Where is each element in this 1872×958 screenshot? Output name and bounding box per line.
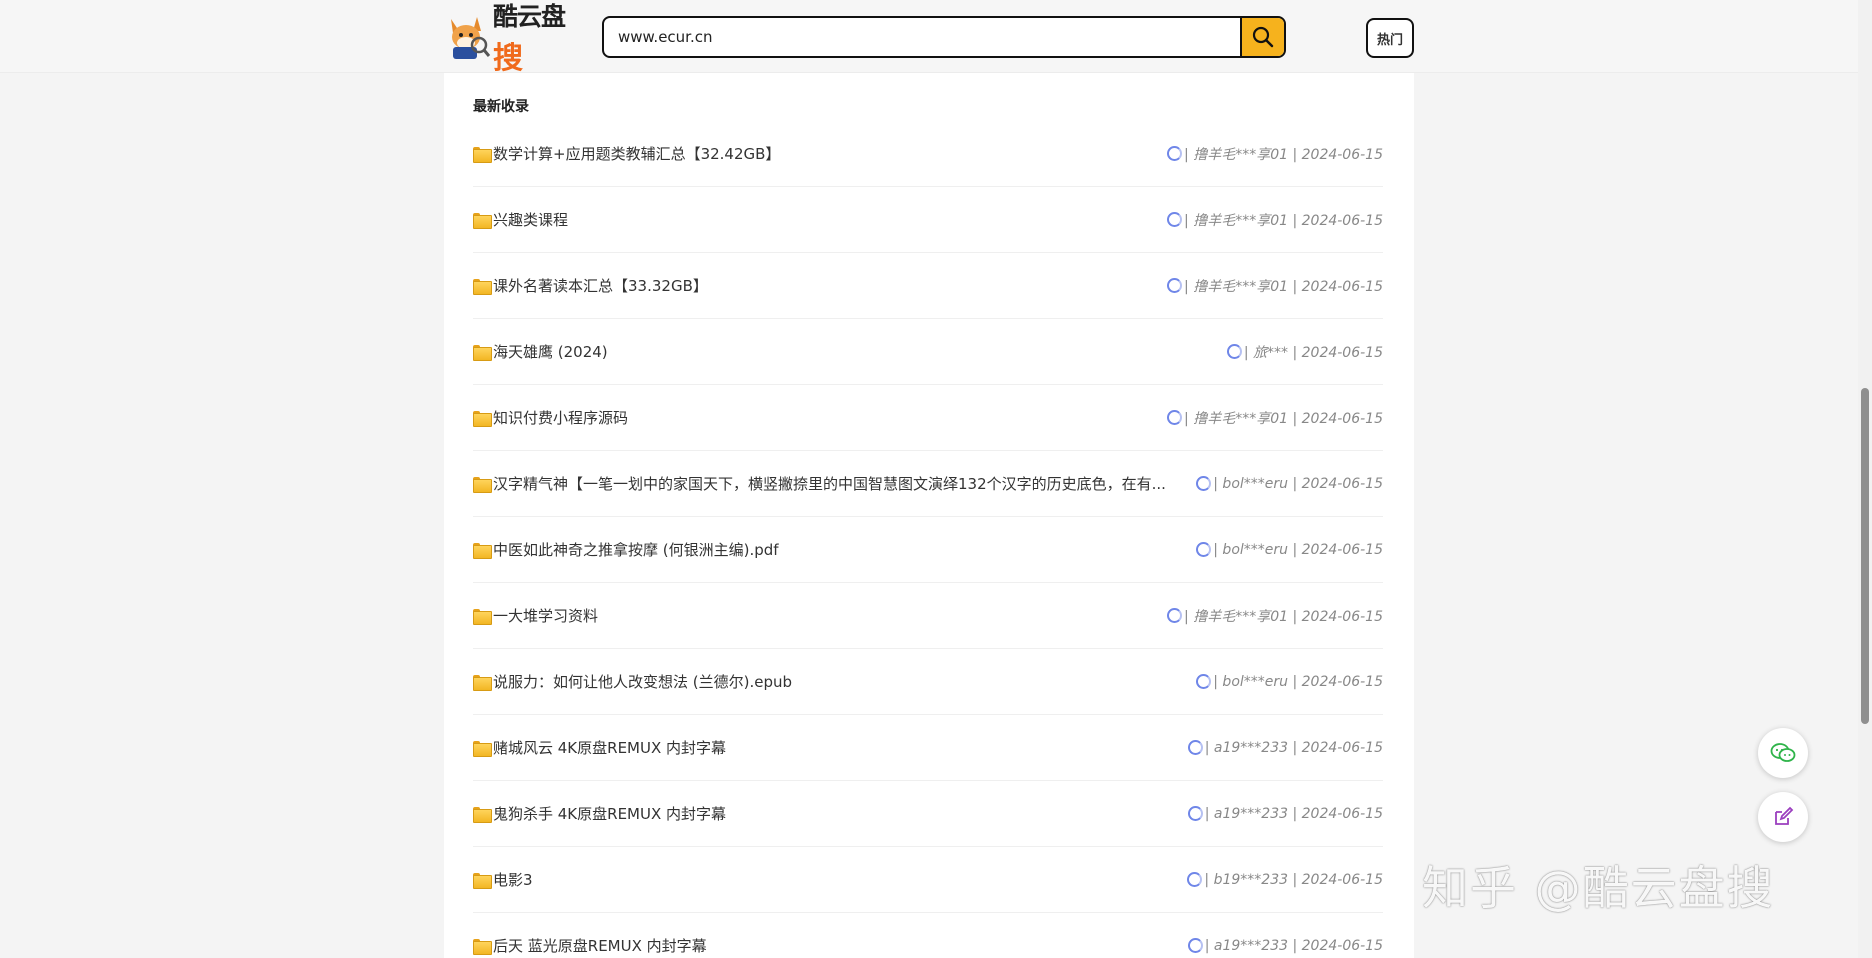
latest-panel: 最新收录 数学计算+应用题类教辅汇总【32.42GB】 | 撸羊毛***享01 … xyxy=(444,73,1414,958)
folder-icon xyxy=(473,806,492,823)
item-meta: | 旅*** | 2024-06-15 xyxy=(1243,344,1383,361)
folder-icon xyxy=(473,476,492,493)
list-item[interactable]: 鬼狗杀手 4K原盘REMUX 内封字幕 | a19***233 | 2024-0… xyxy=(473,781,1383,847)
item-meta: | 撸羊毛***享01 | 2024-06-15 xyxy=(1184,146,1383,163)
list-item[interactable]: 汉字精气神【一笔一划中的家国天下，横竖撇捺里的中国智慧图文演绎132个汉字的历史… xyxy=(473,451,1383,517)
cloud-drive-icon xyxy=(1167,146,1183,161)
item-title[interactable]: 赌城风云 4K原盘REMUX 内封字幕 xyxy=(493,737,726,758)
list-item[interactable]: 数学计算+应用题类教辅汇总【32.42GB】 | 撸羊毛***享01 | 202… xyxy=(473,121,1383,187)
logo-text: 酷云盘搜 xyxy=(493,0,581,77)
cloud-drive-icon xyxy=(1196,476,1212,491)
edit-icon xyxy=(1775,806,1794,825)
search-box xyxy=(602,16,1286,58)
scrollbar-thumb[interactable] xyxy=(1861,388,1869,724)
search-input[interactable] xyxy=(604,18,1240,56)
fox-mascot-icon xyxy=(443,13,491,61)
item-title[interactable]: 海天雄鹰 (2024) xyxy=(493,341,608,362)
top-header: 酷云盘搜 热门 xyxy=(0,0,1858,76)
cloud-drive-icon xyxy=(1167,608,1183,623)
list-item[interactable]: 说服力：如何让他人改变想法 (兰德尔).epub | bol***eru | 2… xyxy=(473,649,1383,715)
folder-icon xyxy=(473,410,492,427)
folder-icon xyxy=(473,740,492,757)
folder-icon xyxy=(473,146,492,163)
cloud-drive-icon xyxy=(1187,872,1203,887)
item-meta: | bol***eru | 2024-06-15 xyxy=(1213,475,1383,492)
list-item[interactable]: 知识付费小程序源码 | 撸羊毛***享01 | 2024-06-15 xyxy=(473,385,1383,451)
list-item[interactable]: 中医如此神奇之推拿按摩 (何银洲主编).pdf | bol***eru | 20… xyxy=(473,517,1383,583)
list-item[interactable]: 兴趣类课程 | 撸羊毛***享01 | 2024-06-15 xyxy=(473,187,1383,253)
list-item[interactable]: 海天雄鹰 (2024) | 旅*** | 2024-06-15 xyxy=(473,319,1383,385)
hot-button[interactable]: 热门 xyxy=(1366,18,1414,58)
cloud-drive-icon xyxy=(1187,806,1203,821)
item-meta: | a19***233 | 2024-06-15 xyxy=(1204,739,1383,756)
zhihu-watermark: 知乎 @酷云盘搜 xyxy=(1422,861,1775,915)
item-meta: | bol***eru | 2024-06-15 xyxy=(1213,541,1383,558)
folder-icon xyxy=(473,344,492,361)
cloud-drive-icon xyxy=(1167,278,1183,293)
cloud-drive-icon xyxy=(1187,938,1203,953)
list-item[interactable]: 后天 蓝光原盘REMUX 内封字幕 | a19***233 | 2024-06-… xyxy=(473,913,1383,958)
site-logo[interactable]: 酷云盘搜 xyxy=(443,2,581,76)
cloud-drive-icon xyxy=(1196,542,1212,557)
cloud-drive-icon xyxy=(1187,740,1203,755)
item-title[interactable]: 汉字精气神【一笔一划中的家国天下，横竖撇捺里的中国智慧图文演绎132个汉字的历史… xyxy=(493,473,1166,494)
item-title[interactable]: 说服力：如何让他人改变想法 (兰德尔).epub xyxy=(493,671,792,692)
list-item[interactable]: 电影3 | b19***233 | 2024-06-15 xyxy=(473,847,1383,913)
item-meta: | a19***233 | 2024-06-15 xyxy=(1204,805,1383,822)
edit-button[interactable] xyxy=(1758,792,1808,842)
item-meta: | 撸羊毛***享01 | 2024-06-15 xyxy=(1184,212,1383,229)
file-list: 数学计算+应用题类教辅汇总【32.42GB】 | 撸羊毛***享01 | 202… xyxy=(473,121,1383,958)
item-title[interactable]: 数学计算+应用题类教辅汇总【32.42GB】 xyxy=(493,143,780,164)
logo-text-accent: 搜 xyxy=(493,41,523,76)
item-title[interactable]: 课外名著读本汇总【33.32GB】 xyxy=(493,275,708,296)
folder-icon xyxy=(473,872,492,889)
folder-icon xyxy=(473,938,492,955)
wechat-icon xyxy=(1770,743,1796,762)
folder-icon xyxy=(473,278,492,295)
item-title[interactable]: 一大堆学习资料 xyxy=(493,605,598,626)
folder-icon xyxy=(473,542,492,559)
cloud-drive-icon xyxy=(1226,344,1242,359)
item-title[interactable]: 中医如此神奇之推拿按摩 (何银洲主编).pdf xyxy=(493,539,779,560)
search-icon xyxy=(1252,26,1274,48)
item-title[interactable]: 后天 蓝光原盘REMUX 内封字幕 xyxy=(493,935,707,956)
cloud-drive-icon xyxy=(1196,674,1212,689)
item-meta: | a19***233 | 2024-06-15 xyxy=(1204,937,1383,954)
cloud-drive-icon xyxy=(1167,410,1183,425)
list-item[interactable]: 赌城风云 4K原盘REMUX 内封字幕 | a19***233 | 2024-0… xyxy=(473,715,1383,781)
logo-text-main: 酷云盘 xyxy=(493,2,566,31)
item-meta: | b19***233 | 2024-06-15 xyxy=(1204,871,1383,888)
item-meta: | 撸羊毛***享01 | 2024-06-15 xyxy=(1184,410,1383,427)
wechat-button[interactable] xyxy=(1758,728,1808,778)
section-title: 最新收录 xyxy=(473,99,529,115)
folder-icon xyxy=(473,608,492,625)
item-meta: | 撸羊毛***享01 | 2024-06-15 xyxy=(1184,608,1383,625)
search-button[interactable] xyxy=(1240,18,1284,56)
item-title[interactable]: 兴趣类课程 xyxy=(493,209,568,230)
item-title[interactable]: 知识付费小程序源码 xyxy=(493,407,628,428)
item-meta: | 撸羊毛***享01 | 2024-06-15 xyxy=(1184,278,1383,295)
item-title[interactable]: 电影3 xyxy=(493,869,533,890)
list-item[interactable]: 一大堆学习资料 | 撸羊毛***享01 | 2024-06-15 xyxy=(473,583,1383,649)
item-meta: | bol***eru | 2024-06-15 xyxy=(1213,673,1383,690)
folder-icon xyxy=(473,674,492,691)
item-title[interactable]: 鬼狗杀手 4K原盘REMUX 内封字幕 xyxy=(493,803,726,824)
list-item[interactable]: 课外名著读本汇总【33.32GB】 | 撸羊毛***享01 | 2024-06-… xyxy=(473,253,1383,319)
folder-icon xyxy=(473,212,492,229)
cloud-drive-icon xyxy=(1167,212,1183,227)
